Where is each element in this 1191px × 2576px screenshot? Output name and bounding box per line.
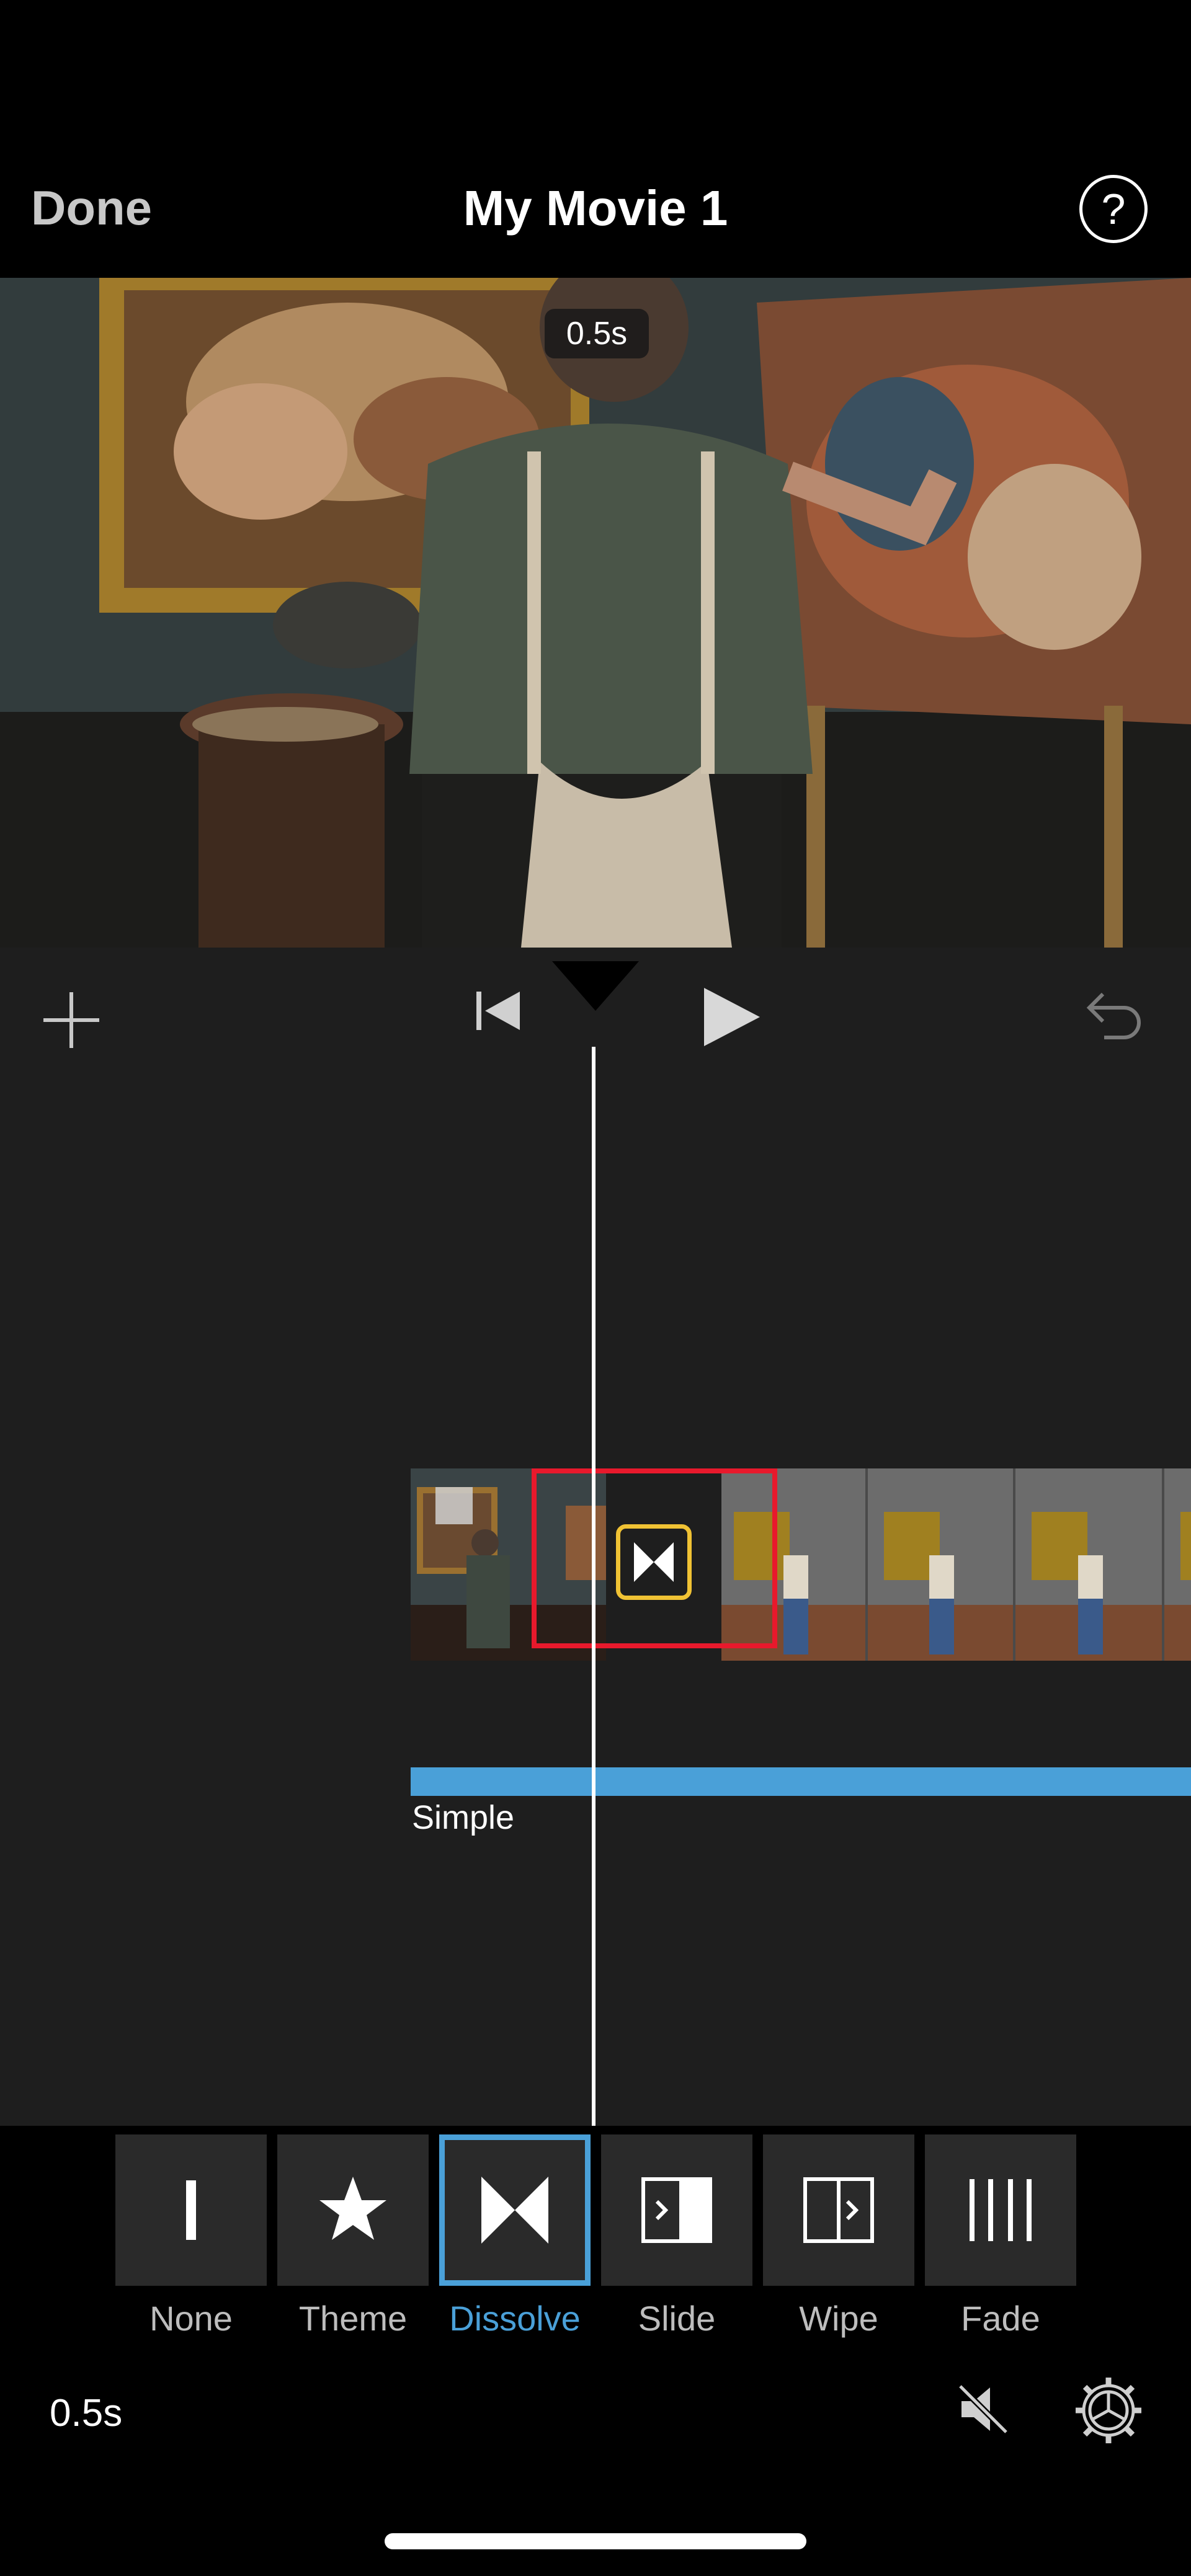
question-icon: ? xyxy=(1101,185,1126,233)
fade-icon xyxy=(970,2179,1032,2241)
preview-frame-image xyxy=(0,278,1191,948)
mute-button[interactable] xyxy=(955,2381,1011,2437)
gear-icon xyxy=(1076,2378,1141,2443)
clip-thumbnail xyxy=(721,1468,1191,1661)
speaker-muted-icon xyxy=(958,2384,1009,2435)
project-title: My Movie 1 xyxy=(463,180,728,236)
play-icon xyxy=(704,988,760,1046)
transition-fade-button[interactable] xyxy=(925,2134,1076,2286)
star-icon xyxy=(319,2177,386,2240)
wipe-icon xyxy=(803,2177,874,2243)
transition-dissolve-button[interactable] xyxy=(439,2134,591,2286)
dissolve-icon xyxy=(481,2177,548,2244)
transition-dissolve-label: Dissolve xyxy=(449,2299,581,2338)
transition-wipe-label: Wipe xyxy=(799,2299,878,2338)
transition-none-label: None xyxy=(149,2299,233,2338)
audio-track-bar[interactable] xyxy=(411,1767,1191,1796)
undo-icon xyxy=(1086,992,1141,1039)
play-button[interactable] xyxy=(698,983,766,1051)
video-preview xyxy=(0,278,1191,948)
audio-track-label: Simple xyxy=(412,1799,515,1836)
transition-slide-button[interactable] xyxy=(601,2134,752,2286)
add-media-button[interactable] xyxy=(37,986,105,1054)
transition-theme-button[interactable] xyxy=(277,2134,429,2286)
skip-back-icon xyxy=(476,992,520,1030)
help-button[interactable]: ? xyxy=(1079,175,1148,243)
selection-highlight-box xyxy=(532,1468,777,1648)
video-clip-2[interactable] xyxy=(721,1468,1191,1661)
home-indicator[interactable] xyxy=(385,2533,806,2549)
transition-duration-badge: 0.5s xyxy=(545,309,649,358)
plus-icon xyxy=(43,992,99,1048)
skip-to-start-button[interactable] xyxy=(471,983,527,1039)
transition-theme-label: Theme xyxy=(298,2299,408,2338)
transition-wipe-button[interactable] xyxy=(763,2134,914,2286)
undo-button[interactable] xyxy=(1079,983,1148,1051)
transition-duration-control[interactable]: 0.5s xyxy=(50,2391,122,2435)
project-settings-button[interactable] xyxy=(1073,2375,1144,2446)
playhead-line[interactable] xyxy=(592,1047,596,2126)
transition-fade-label: Fade xyxy=(961,2299,1040,2338)
slide-icon xyxy=(641,2177,712,2243)
transition-slide-label: Slide xyxy=(638,2299,716,2338)
none-bar-icon xyxy=(186,2180,196,2240)
transition-none-button[interactable] xyxy=(115,2134,267,2286)
playhead-marker-icon xyxy=(552,961,639,1011)
